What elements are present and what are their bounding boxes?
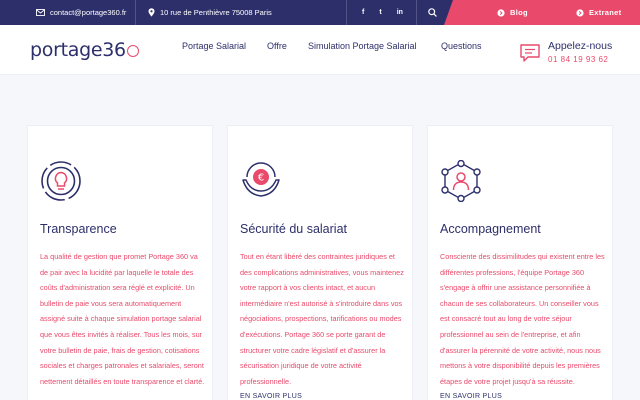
blog-link[interactable]: Blog [497,0,528,25]
divider [416,0,417,25]
top-bar: contact@portage360.fr 10 rue de Penthièv… [0,0,640,25]
nav-questions[interactable]: Questions [441,41,482,51]
twitter-icon[interactable]: t [379,9,381,16]
email-text: contact@portage360.fr [50,8,127,17]
circle-arrow-icon [576,8,584,17]
euro-hands-icon: € [242,162,280,197]
card-title: Transparence [40,222,117,236]
map-pin-icon [148,8,155,17]
card-description: La qualité de gestion que promet Portage… [40,252,205,386]
nav-offre[interactable]: Offre [267,41,287,51]
main-header: portage36 Portage Salarial Offre Simulat… [0,25,640,75]
card-description: Consciente des dissimilitudes qui existe… [440,252,605,386]
card-title: Accompagnement [440,222,541,236]
call-phone[interactable]: 01 84 19 93 62 [548,55,612,64]
account-links: Blog Extranet [444,0,640,25]
feature-card-accompagnement: Accompagnement Consciente des dissimilit… [427,125,613,400]
search-button[interactable] [428,0,437,25]
extranet-label: Extranet [589,8,622,17]
nav-simulation[interactable]: Simulation Portage Salarial [308,41,417,51]
social-links: f t in [362,0,403,25]
clock-zero-icon [126,45,139,57]
address: 10 rue de Penthièvre 75008 Paris [148,0,272,25]
email-link[interactable]: contact@portage360.fr [36,0,126,25]
facebook-icon[interactable]: f [362,9,364,16]
chat-bubble-icon [520,44,540,62]
network-person-icon [441,160,481,202]
feature-card-securite: € Sécurité du salariat Tout en étant lib… [227,125,413,400]
divider [346,0,347,25]
nav-portage-salarial[interactable]: Portage Salarial [182,41,246,51]
logo[interactable]: portage36 [30,39,139,61]
circle-arrow-icon [497,8,505,17]
read-more-link[interactable]: EN SAVOIR PLUS [240,393,302,400]
extranet-link[interactable]: Extranet [576,0,621,25]
feature-card-transparence: Transparence La qualité de gestion que p… [27,125,213,400]
call-title: Appelez-nous [548,40,613,52]
address-text: 10 rue de Penthièvre 75008 Paris [160,8,272,17]
linkedin-icon[interactable]: in [397,9,403,16]
envelope-icon [36,9,45,16]
read-more-link[interactable]: EN SAVOIR PLUS [440,393,502,400]
lightbulb-target-icon [41,161,81,201]
svg-text:€: € [258,173,264,184]
blog-label: Blog [510,8,528,17]
call-block[interactable]: Appelez-nous 01 84 19 93 62 [520,40,612,64]
card-title: Sécurité du salariat [240,222,348,236]
search-icon [428,8,437,17]
card-description: Tout en étant libéré des contraintes jur… [240,252,404,386]
divider [135,0,136,25]
logo-text: portage36 [30,39,126,61]
